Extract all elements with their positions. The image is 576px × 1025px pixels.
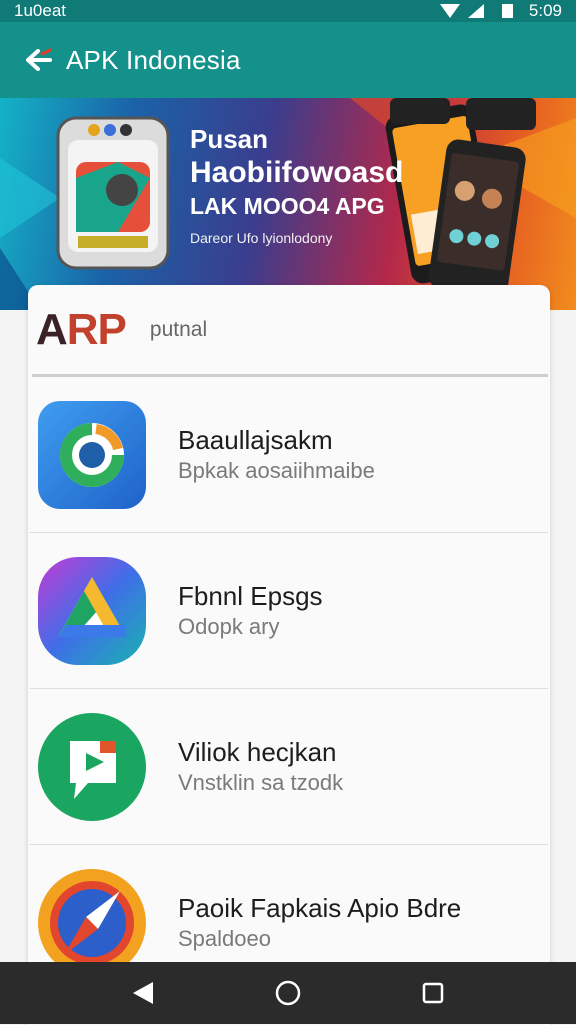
system-nav-bar xyxy=(0,962,576,1024)
video-play-icon xyxy=(38,713,146,821)
app-title: APK Indonesia xyxy=(66,44,241,75)
app-name: Fbnnl Epsgs xyxy=(178,581,323,611)
list-item[interactable]: Viliok hecjkan Vnstklin sa tzodk xyxy=(28,689,550,845)
app-name: Baaullajsakm xyxy=(178,425,333,455)
app-description: Vnstklin sa tzodk xyxy=(178,770,344,795)
back-arrow-icon[interactable] xyxy=(24,45,54,75)
list-item[interactable]: Fbnnl Epsgs Odopk ary xyxy=(28,533,550,689)
back-triangle-icon[interactable] xyxy=(123,973,163,1013)
status-bar: 1u0eat 5:09 xyxy=(0,0,576,22)
banner-title-line2: Haobiifowoasd xyxy=(190,156,404,189)
app-bar: APK Indonesia xyxy=(0,22,576,98)
wifi-icon xyxy=(439,4,460,18)
app-description: Odopk ary xyxy=(178,614,280,639)
app-name: Paoik Fapkais Apio Bdre xyxy=(178,893,462,923)
recents-square-icon[interactable] xyxy=(413,973,453,1013)
brand-logo: ARP xyxy=(36,305,127,354)
app-description: Spaldoeo xyxy=(178,926,271,951)
banner-title-line1: Pusan xyxy=(190,124,269,154)
sync-circle-icon xyxy=(38,401,146,509)
banner-title-line3: LAK MOOO4 APG xyxy=(190,193,385,219)
battery-icon xyxy=(501,4,513,18)
status-time: 5:09 xyxy=(528,1,562,20)
promo-banner[interactable]: Pusan Haobiifowoasd LAK MOOO4 APG Dareor… xyxy=(0,98,576,310)
status-left-text: 1u0eat xyxy=(14,1,66,20)
home-circle-icon[interactable] xyxy=(268,973,308,1013)
list-item[interactable]: Baaullajsakm Bpkak aosaiihmaibe xyxy=(28,377,550,533)
signal-icon xyxy=(467,4,484,18)
triangle-drive-icon xyxy=(38,557,146,665)
app-name: Viliok hecjkan xyxy=(178,737,337,767)
brand-header: ARP putnal xyxy=(28,285,550,375)
app-list-card: ARP putnal Baaullajsakm Bpkak aosaiihmai… xyxy=(28,285,550,1025)
brand-subtitle: putnal xyxy=(149,318,208,341)
banner-subtitle: Dareor Ufo lyionlodony xyxy=(190,230,333,246)
app-description: Bpkak aosaiihmaibe xyxy=(178,458,375,483)
